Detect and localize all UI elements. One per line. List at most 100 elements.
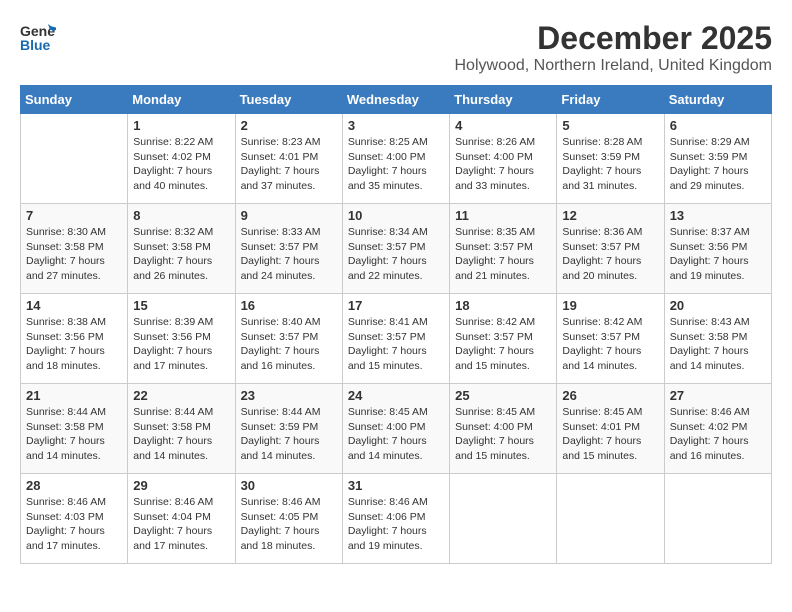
day-info: Sunrise: 8:38 AMSunset: 3:56 PMDaylight:… [26,315,122,374]
day-info: Sunrise: 8:45 AMSunset: 4:00 PMDaylight:… [348,405,444,464]
calendar-cell: 30 Sunrise: 8:46 AMSunset: 4:05 PMDaylig… [235,474,342,564]
day-number: 21 [26,388,122,403]
day-number: 30 [241,478,337,493]
day-number: 28 [26,478,122,493]
calendar-cell: 8 Sunrise: 8:32 AMSunset: 3:58 PMDayligh… [128,204,235,294]
day-info: Sunrise: 8:32 AMSunset: 3:58 PMDaylight:… [133,225,229,284]
day-number: 3 [348,118,444,133]
calendar-cell: 29 Sunrise: 8:46 AMSunset: 4:04 PMDaylig… [128,474,235,564]
calendar-cell: 17 Sunrise: 8:41 AMSunset: 3:57 PMDaylig… [342,294,449,384]
day-number: 31 [348,478,444,493]
svg-text:Blue: Blue [20,37,51,53]
calendar-cell: 1 Sunrise: 8:22 AMSunset: 4:02 PMDayligh… [128,114,235,204]
calendar-cell: 13 Sunrise: 8:37 AMSunset: 3:56 PMDaylig… [664,204,771,294]
month-title: December 2025 [455,20,773,57]
day-info: Sunrise: 8:33 AMSunset: 3:57 PMDaylight:… [241,225,337,284]
day-info: Sunrise: 8:42 AMSunset: 3:57 PMDaylight:… [562,315,658,374]
day-number: 18 [455,298,551,313]
day-number: 23 [241,388,337,403]
calendar-cell [557,474,664,564]
day-number: 8 [133,208,229,223]
week-row-4: 21 Sunrise: 8:44 AMSunset: 3:58 PMDaylig… [21,384,772,474]
title-block: December 2025 Holywood, Northern Ireland… [455,20,773,75]
day-number: 1 [133,118,229,133]
calendar-cell: 18 Sunrise: 8:42 AMSunset: 3:57 PMDaylig… [450,294,557,384]
weekday-header-sunday: Sunday [21,86,128,114]
day-number: 15 [133,298,229,313]
day-number: 27 [670,388,766,403]
day-number: 12 [562,208,658,223]
day-info: Sunrise: 8:46 AMSunset: 4:05 PMDaylight:… [241,495,337,554]
day-info: Sunrise: 8:35 AMSunset: 3:57 PMDaylight:… [455,225,551,284]
calendar-cell: 12 Sunrise: 8:36 AMSunset: 3:57 PMDaylig… [557,204,664,294]
calendar-cell: 22 Sunrise: 8:44 AMSunset: 3:58 PMDaylig… [128,384,235,474]
day-info: Sunrise: 8:34 AMSunset: 3:57 PMDaylight:… [348,225,444,284]
calendar-cell: 19 Sunrise: 8:42 AMSunset: 3:57 PMDaylig… [557,294,664,384]
calendar-cell: 25 Sunrise: 8:45 AMSunset: 4:00 PMDaylig… [450,384,557,474]
day-info: Sunrise: 8:45 AMSunset: 4:01 PMDaylight:… [562,405,658,464]
logo-icon: General Blue [20,20,56,61]
calendar-cell: 21 Sunrise: 8:44 AMSunset: 3:58 PMDaylig… [21,384,128,474]
calendar-cell: 4 Sunrise: 8:26 AMSunset: 4:00 PMDayligh… [450,114,557,204]
day-number: 22 [133,388,229,403]
day-number: 5 [562,118,658,133]
calendar-cell: 11 Sunrise: 8:35 AMSunset: 3:57 PMDaylig… [450,204,557,294]
day-info: Sunrise: 8:45 AMSunset: 4:00 PMDaylight:… [455,405,551,464]
day-number: 6 [670,118,766,133]
calendar-cell [664,474,771,564]
day-info: Sunrise: 8:44 AMSunset: 3:59 PMDaylight:… [241,405,337,464]
calendar-cell: 28 Sunrise: 8:46 AMSunset: 4:03 PMDaylig… [21,474,128,564]
calendar-cell: 20 Sunrise: 8:43 AMSunset: 3:58 PMDaylig… [664,294,771,384]
calendar-table: SundayMondayTuesdayWednesdayThursdayFrid… [20,85,772,564]
day-info: Sunrise: 8:46 AMSunset: 4:02 PMDaylight:… [670,405,766,464]
day-number: 10 [348,208,444,223]
weekday-header-wednesday: Wednesday [342,86,449,114]
day-info: Sunrise: 8:44 AMSunset: 3:58 PMDaylight:… [26,405,122,464]
day-info: Sunrise: 8:41 AMSunset: 3:57 PMDaylight:… [348,315,444,374]
day-number: 16 [241,298,337,313]
week-row-5: 28 Sunrise: 8:46 AMSunset: 4:03 PMDaylig… [21,474,772,564]
day-info: Sunrise: 8:36 AMSunset: 3:57 PMDaylight:… [562,225,658,284]
day-info: Sunrise: 8:43 AMSunset: 3:58 PMDaylight:… [670,315,766,374]
day-info: Sunrise: 8:26 AMSunset: 4:00 PMDaylight:… [455,135,551,194]
week-row-3: 14 Sunrise: 8:38 AMSunset: 3:56 PMDaylig… [21,294,772,384]
calendar-cell: 6 Sunrise: 8:29 AMSunset: 3:59 PMDayligh… [664,114,771,204]
day-number: 7 [26,208,122,223]
day-info: Sunrise: 8:46 AMSunset: 4:06 PMDaylight:… [348,495,444,554]
day-info: Sunrise: 8:37 AMSunset: 3:56 PMDaylight:… [670,225,766,284]
day-info: Sunrise: 8:44 AMSunset: 3:58 PMDaylight:… [133,405,229,464]
day-number: 9 [241,208,337,223]
weekday-header-friday: Friday [557,86,664,114]
day-info: Sunrise: 8:46 AMSunset: 4:04 PMDaylight:… [133,495,229,554]
location-title: Holywood, Northern Ireland, United Kingd… [455,57,773,75]
day-info: Sunrise: 8:23 AMSunset: 4:01 PMDaylight:… [241,135,337,194]
day-number: 25 [455,388,551,403]
day-number: 26 [562,388,658,403]
weekday-header-monday: Monday [128,86,235,114]
weekday-header-row: SundayMondayTuesdayWednesdayThursdayFrid… [21,86,772,114]
calendar-cell: 27 Sunrise: 8:46 AMSunset: 4:02 PMDaylig… [664,384,771,474]
calendar-cell: 10 Sunrise: 8:34 AMSunset: 3:57 PMDaylig… [342,204,449,294]
calendar-cell: 16 Sunrise: 8:40 AMSunset: 3:57 PMDaylig… [235,294,342,384]
calendar-cell: 24 Sunrise: 8:45 AMSunset: 4:00 PMDaylig… [342,384,449,474]
day-info: Sunrise: 8:22 AMSunset: 4:02 PMDaylight:… [133,135,229,194]
day-info: Sunrise: 8:42 AMSunset: 3:57 PMDaylight:… [455,315,551,374]
weekday-header-saturday: Saturday [664,86,771,114]
day-info: Sunrise: 8:25 AMSunset: 4:00 PMDaylight:… [348,135,444,194]
day-number: 19 [562,298,658,313]
day-number: 29 [133,478,229,493]
logo: General Blue [20,20,56,61]
day-info: Sunrise: 8:29 AMSunset: 3:59 PMDaylight:… [670,135,766,194]
day-info: Sunrise: 8:39 AMSunset: 3:56 PMDaylight:… [133,315,229,374]
weekday-header-thursday: Thursday [450,86,557,114]
day-info: Sunrise: 8:40 AMSunset: 3:57 PMDaylight:… [241,315,337,374]
calendar-cell: 3 Sunrise: 8:25 AMSunset: 4:00 PMDayligh… [342,114,449,204]
calendar-cell [450,474,557,564]
day-number: 13 [670,208,766,223]
calendar-cell: 5 Sunrise: 8:28 AMSunset: 3:59 PMDayligh… [557,114,664,204]
day-info: Sunrise: 8:46 AMSunset: 4:03 PMDaylight:… [26,495,122,554]
calendar-cell: 15 Sunrise: 8:39 AMSunset: 3:56 PMDaylig… [128,294,235,384]
calendar-cell: 26 Sunrise: 8:45 AMSunset: 4:01 PMDaylig… [557,384,664,474]
day-info: Sunrise: 8:28 AMSunset: 3:59 PMDaylight:… [562,135,658,194]
day-number: 17 [348,298,444,313]
